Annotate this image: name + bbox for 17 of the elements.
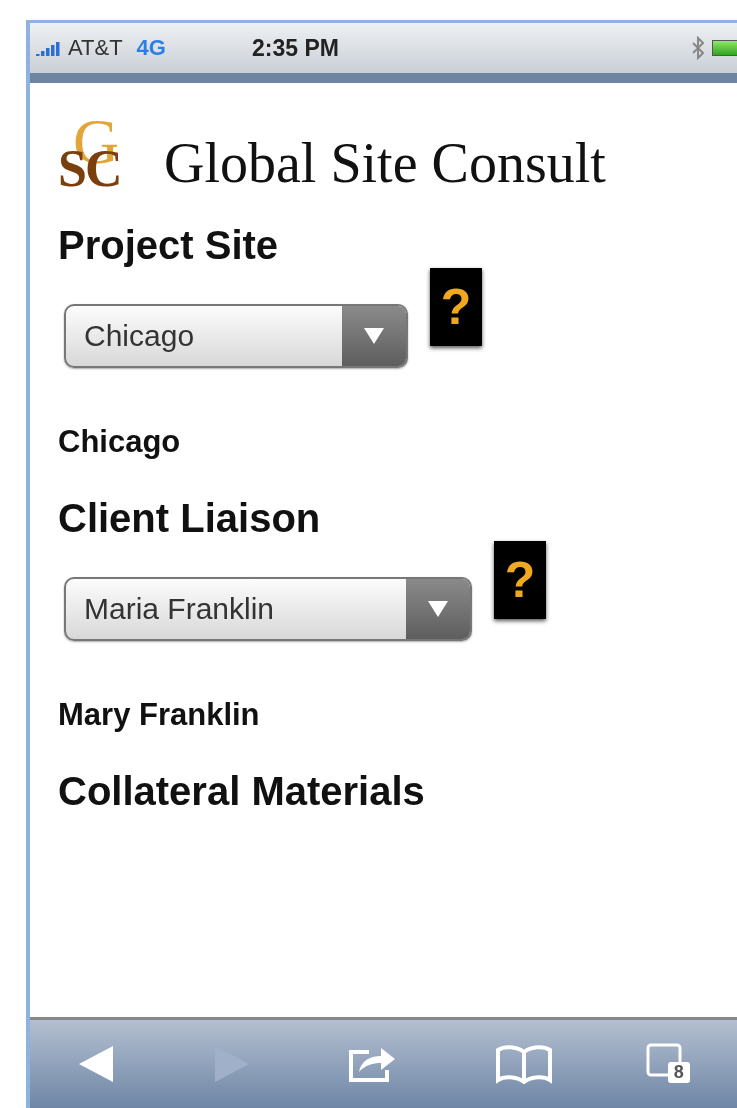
section-heading: Client Liaison [58,496,322,541]
help-button[interactable]: ? [430,268,482,346]
selected-value: Mary Franklin [58,697,261,733]
section-heading: Project Site [58,223,280,268]
dropdown-select[interactable]: Maria Franklin [64,577,472,641]
dropdown-select[interactable]: Chicago [64,304,408,368]
caret-icon [363,327,385,345]
section-heading: Collateral Materials [58,769,426,814]
caret-icon [427,600,449,618]
selected-value: Chicago [58,424,182,460]
carrier-name: AT&T [68,35,123,61]
bluetooth-icon [692,36,704,60]
battery-icon [712,40,737,56]
network-type: 4G [136,35,166,61]
clock-time: 2:35 PM [251,34,339,62]
help-button[interactable]: ? [494,541,546,619]
site-title: Global Site Consult [164,131,606,195]
